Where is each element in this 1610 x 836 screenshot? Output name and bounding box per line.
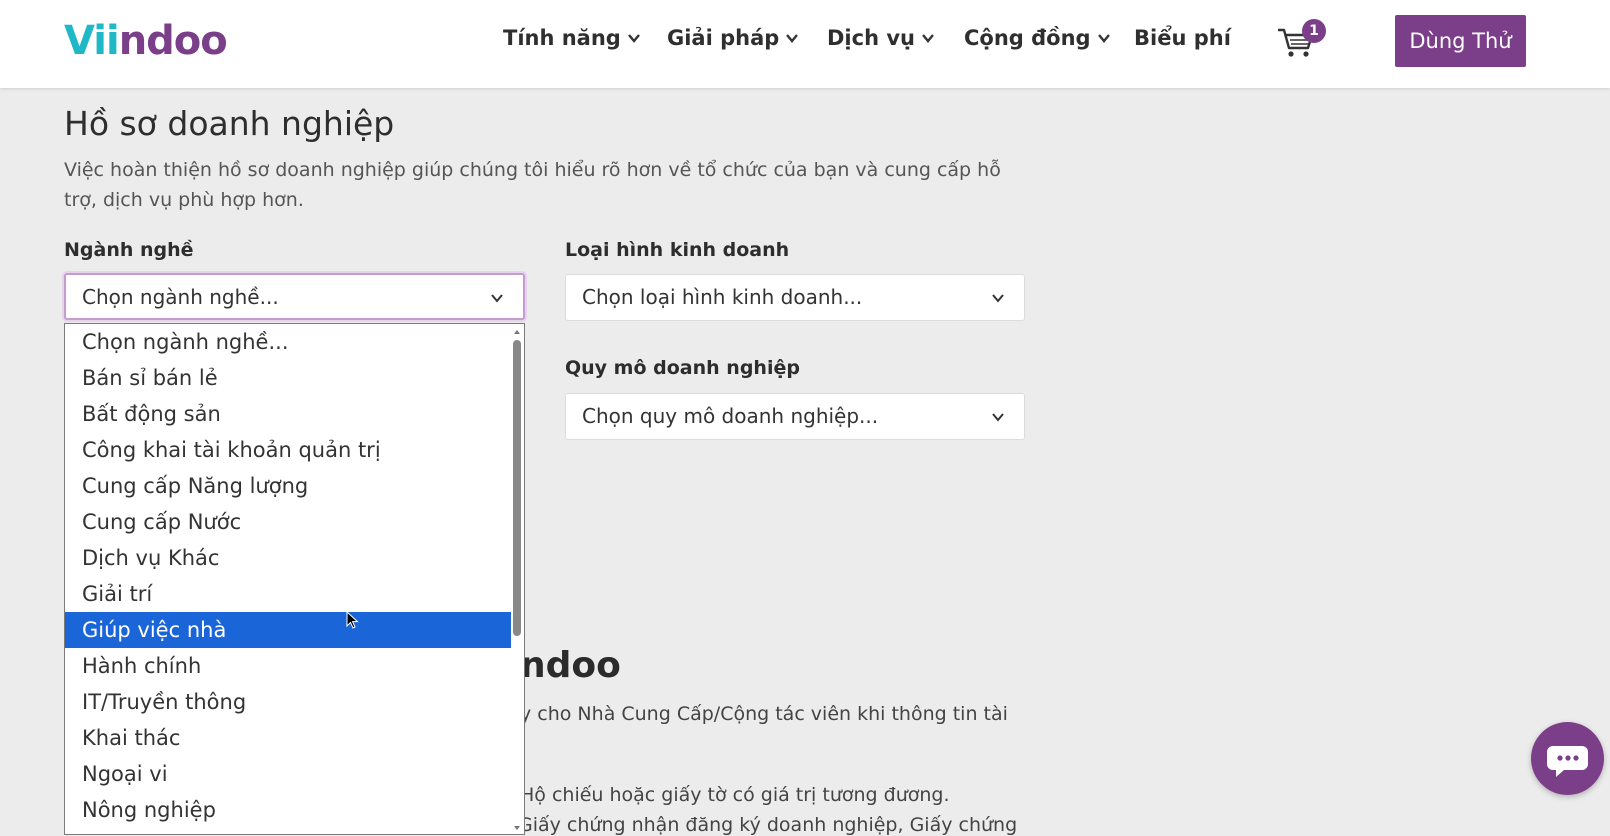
nav-label: Dịch vụ: [827, 26, 915, 50]
industry-option[interactable]: Dịch vụ Khác: [65, 540, 511, 576]
chevron-down-icon: [1097, 34, 1110, 43]
company-size-label: Quy mô doanh nghiệp: [565, 357, 800, 379]
nav-services[interactable]: Dịch vụ: [827, 26, 935, 50]
industry-option[interactable]: Giúp việc nhà: [65, 612, 511, 648]
nav-features[interactable]: Tính năng: [503, 26, 641, 50]
chevron-down-icon: [992, 413, 1004, 422]
industry-option[interactable]: Giải trí: [65, 576, 511, 612]
site-header: Viindoo Tính năng Giải pháp Dịch vụ Cộng…: [0, 0, 1610, 88]
mouse-cursor-icon: [346, 611, 359, 629]
industry-option[interactable]: IT/Truyền thông: [65, 684, 511, 720]
section-text-line: Giấy chứng nhận đăng ký doanh nghiệp, Gi…: [518, 814, 1018, 836]
chevron-down-icon: [786, 34, 799, 43]
business-type-select-value: Chọn loại hình kinh doanh...: [582, 285, 863, 309]
industry-option[interactable]: Cung cấp Năng lượng: [65, 468, 511, 504]
chat-bubble-icon: [1547, 746, 1588, 777]
chevron-down-icon: [491, 294, 503, 303]
industry-option[interactable]: Bất động sản: [65, 396, 511, 432]
industry-option[interactable]: Khai thác: [65, 720, 511, 756]
chevron-down-icon: [992, 294, 1004, 303]
viindoo-logo[interactable]: Viindoo: [64, 16, 228, 66]
chat-button[interactable]: [1531, 722, 1604, 795]
cart-count-badge: 1: [1302, 19, 1326, 43]
try-now-button[interactable]: Dùng Thử: [1395, 15, 1526, 67]
nav-solutions[interactable]: Giải pháp: [667, 26, 799, 50]
chevron-down-icon: [627, 34, 640, 43]
nav-label: Cộng đồng: [964, 26, 1091, 50]
logo-text-purple: ndoo: [118, 18, 228, 64]
section-text-line: Hộ chiếu hoặc giấy tờ có giá trị tương đ…: [520, 784, 950, 806]
page-description: Việc hoàn thiện hồ sơ doanh nghiệp giúp …: [64, 159, 1001, 211]
industry-dropdown-list: Chọn ngành nghề... Bán sỉ bán lẻ Bất động …: [64, 323, 525, 835]
industry-options: Chọn ngành nghề... Bán sỉ bán lẻ Bất động …: [65, 324, 524, 828]
company-size-select[interactable]: Chọn quy mô doanh nghiệp...: [565, 393, 1025, 440]
industry-select[interactable]: Chọn ngành nghề...: [64, 273, 525, 320]
industry-option[interactable]: Công khai tài khoản quản trị: [65, 432, 511, 468]
section-heading: ndoo: [520, 645, 621, 686]
industry-option[interactable]: Nông nghiệp: [65, 792, 511, 828]
industry-select-value: Chọn ngành nghề...: [82, 285, 279, 309]
industry-option[interactable]: Cung cấp Nước: [65, 504, 511, 540]
business-type-select[interactable]: Chọn loại hình kinh doanh...: [565, 274, 1025, 321]
nav-community[interactable]: Cộng đồng: [964, 26, 1111, 50]
industry-label: Ngành nghề: [64, 239, 194, 261]
section-text-line: y cho Nhà Cung Cấp/Cộng tác viên khi thô…: [520, 703, 1008, 725]
nav-pricing[interactable]: Biểu phí: [1134, 26, 1231, 50]
chevron-down-icon: [922, 34, 934, 43]
industry-option[interactable]: Hành chính: [65, 648, 511, 684]
nav-label: Giải pháp: [667, 26, 780, 50]
logo-text-teal: Vii: [64, 18, 120, 64]
scrollbar-thumb[interactable]: [513, 340, 521, 636]
company-size-select-value: Chọn quy mô doanh nghiệp...: [582, 404, 879, 428]
nav-label: Tính năng: [503, 26, 621, 50]
industry-option[interactable]: Bán sỉ bán lẻ: [65, 360, 511, 396]
industry-option[interactable]: Ngoại vi: [65, 756, 511, 792]
page-title: Hồ sơ doanh nghiệp: [64, 104, 395, 143]
business-type-label: Loại hình kinh doanh: [565, 239, 790, 261]
industry-option[interactable]: Chọn ngành nghề...: [65, 324, 511, 360]
nav-label: Biểu phí: [1134, 26, 1231, 50]
